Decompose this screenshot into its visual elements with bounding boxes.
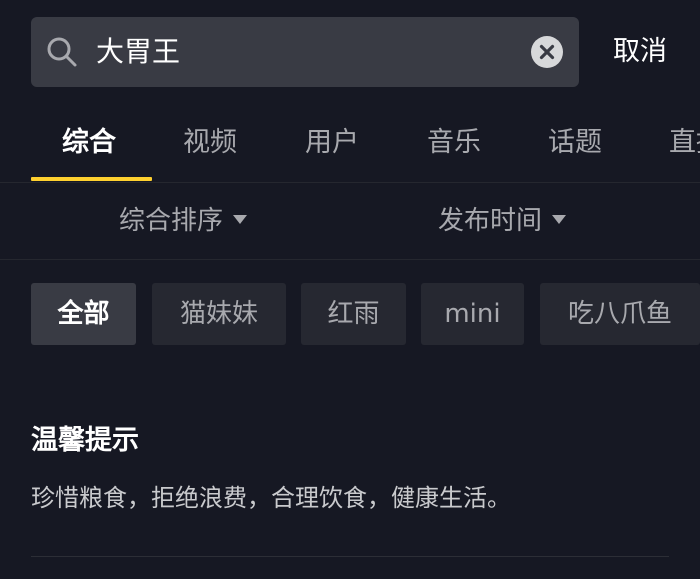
chip-hongyu[interactable]: 红雨: [301, 283, 406, 345]
search-icon: [47, 37, 77, 67]
publish-time-dropdown[interactable]: 发布时间: [438, 183, 567, 259]
sort-order-label: 综合排序: [119, 206, 224, 236]
tab-topics[interactable]: 话题: [548, 110, 602, 178]
tab-live[interactable]: 直播: [669, 110, 700, 178]
sort-order-dropdown[interactable]: 综合排序: [119, 183, 248, 259]
chip-eat-octopus[interactable]: 吃八爪鱼: [540, 283, 700, 345]
active-tab-indicator: [31, 177, 152, 181]
caret-down-icon: [552, 215, 567, 224]
search-input[interactable]: 大胃王: [96, 17, 516, 87]
chip-maomeimei[interactable]: 猫妹妹: [152, 283, 286, 345]
tab-users[interactable]: 用户: [305, 110, 359, 178]
caret-down-icon: [233, 215, 248, 224]
chip-all[interactable]: 全部: [31, 283, 136, 345]
tip-body: 珍惜粮食，拒绝浪费，合理饮食，健康生活。: [31, 484, 511, 512]
divider: [31, 556, 669, 557]
tab-music[interactable]: 音乐: [427, 110, 481, 178]
cancel-button[interactable]: 取消: [600, 17, 680, 87]
tab-video[interactable]: 视频: [183, 110, 237, 178]
publish-time-label: 发布时间: [438, 206, 543, 236]
filter-chips: 全部 猫妹妹 红雨 mini 吃八爪鱼: [0, 283, 700, 347]
chip-mini[interactable]: mini: [421, 283, 524, 345]
tab-comprehensive[interactable]: 综合: [62, 110, 116, 178]
sort-row: 综合排序 发布时间: [0, 183, 700, 260]
clear-icon[interactable]: [531, 36, 563, 68]
tip-title: 温馨提示: [31, 425, 139, 456]
tab-bar: 综合 视频 用户 音乐 话题 直播: [0, 110, 700, 183]
